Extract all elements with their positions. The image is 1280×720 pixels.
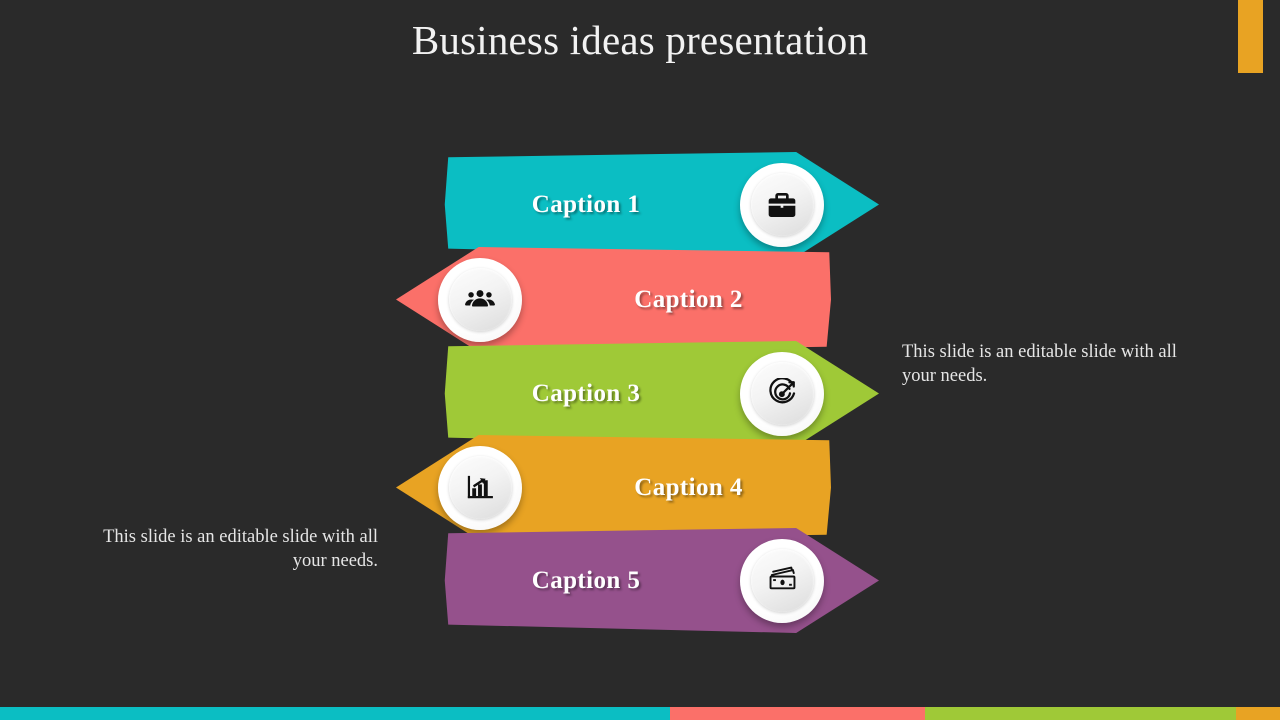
- banner-1[interactable]: Caption 1: [444, 152, 879, 257]
- icon-badge-2[interactable]: [438, 257, 522, 342]
- caption-1-label: Caption 1: [531, 190, 641, 218]
- caption-5-label: Caption 5: [531, 566, 641, 594]
- strip-segment-orange: [1236, 707, 1280, 720]
- bottom-color-strip: [0, 707, 1280, 720]
- banner-3[interactable]: Caption 3: [444, 341, 879, 446]
- page-title: Business ideas presentation: [411, 17, 869, 63]
- process-row-4: Caption 4 This slide is an editable slid…: [0, 435, 1280, 540]
- icon-badge-3[interactable]: [740, 351, 824, 436]
- icon-badge-1[interactable]: [740, 162, 824, 247]
- icon-badge-4[interactable]: [438, 445, 522, 530]
- presentation-slide: Business ideas presentation Caption 1 Th…: [0, 0, 1280, 720]
- caption-4-label: Caption 4: [634, 473, 743, 501]
- strip-segment-green: [925, 707, 1236, 720]
- process-row-3: Caption 3 This slide is an editable slid…: [0, 341, 1280, 720]
- strip-segment-teal: [0, 707, 670, 720]
- banner-2[interactable]: Caption 2: [396, 247, 831, 352]
- process-row-5: Caption 5 This slide is an editable slid…: [0, 528, 1280, 633]
- banner-5[interactable]: Caption 5: [444, 528, 879, 633]
- target-dart-icon: [750, 362, 814, 425]
- icon-badge-5[interactable]: [740, 538, 824, 623]
- process-row-1: Caption 1 This slide is an editable slid…: [0, 152, 1280, 386]
- caption-3-label: Caption 3: [531, 379, 641, 407]
- process-row-2: Caption 2 This slide is an editable slid…: [0, 247, 1280, 571]
- caption-2-label: Caption 2: [634, 285, 743, 313]
- strip-segment-red: [670, 707, 925, 720]
- people-group-icon: [448, 268, 512, 331]
- money-banknotes-icon: [750, 549, 814, 612]
- banner-4[interactable]: Caption 4: [396, 435, 831, 540]
- bar-chart-icon: [448, 456, 512, 519]
- briefcase-icon: [750, 173, 814, 236]
